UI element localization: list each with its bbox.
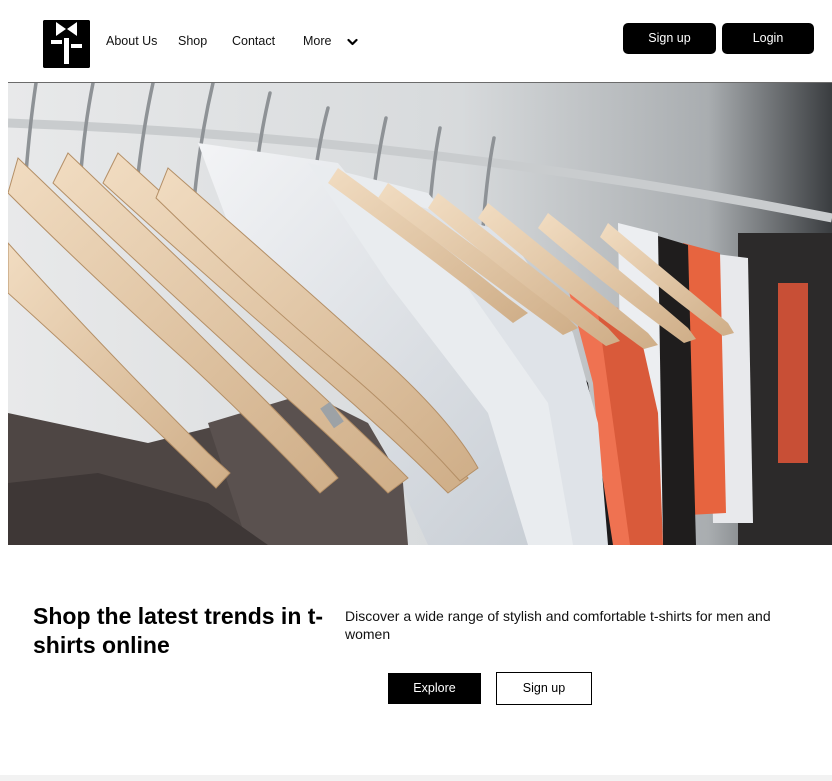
hero-description: Discover a wide range of stylish and com…: [345, 608, 771, 642]
hero-image: [8, 83, 832, 545]
header-login-button[interactable]: Login: [722, 23, 814, 54]
nav-shop[interactable]: Shop: [178, 34, 207, 48]
page-bottom-divider: [0, 775, 832, 781]
signup-button[interactable]: Sign up: [496, 672, 592, 705]
nav-more[interactable]: More: [303, 34, 331, 48]
shirt-logo-icon: [43, 20, 90, 68]
nav-about-us[interactable]: About Us: [106, 34, 157, 48]
brand-logo[interactable]: [43, 20, 90, 68]
clothing-rack-image: [8, 83, 832, 545]
chevron-down-icon[interactable]: [347, 37, 358, 47]
explore-button[interactable]: Explore: [388, 673, 481, 704]
hero-headline: Shop the latest trends in t-shirts onlin…: [33, 603, 324, 658]
header-signup-button[interactable]: Sign up: [623, 23, 716, 54]
nav-contact[interactable]: Contact: [232, 34, 275, 48]
site-header: About Us Shop Contact More Sign up Login: [0, 0, 832, 82]
